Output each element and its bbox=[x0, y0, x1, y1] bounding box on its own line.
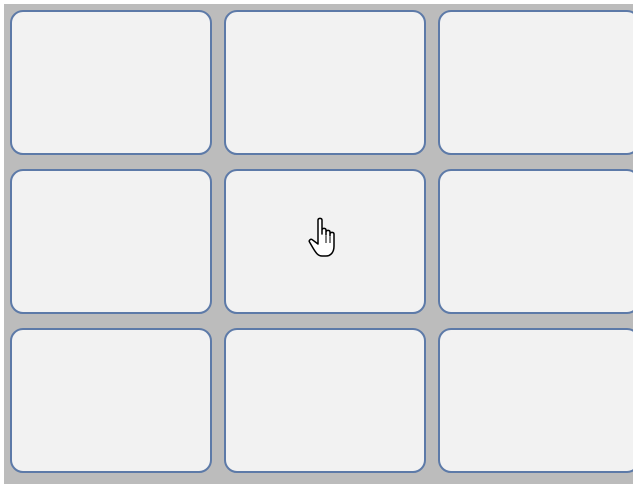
tile-r3-c1[interactable] bbox=[10, 328, 212, 473]
tile-r1-c1[interactable] bbox=[10, 10, 212, 155]
tile-r3-c2[interactable] bbox=[224, 328, 426, 473]
tile-r1-c2[interactable] bbox=[224, 10, 426, 155]
tile-r1-c3[interactable] bbox=[438, 10, 633, 155]
tile-r2-c1[interactable] bbox=[10, 169, 212, 314]
tile-grid bbox=[4, 4, 633, 484]
tile-r3-c3[interactable] bbox=[438, 328, 633, 473]
tile-r2-c3[interactable] bbox=[438, 169, 633, 314]
tile-r2-c2[interactable] bbox=[224, 169, 426, 314]
